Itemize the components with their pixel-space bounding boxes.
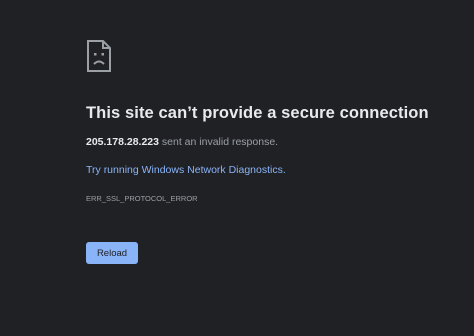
sad-page-icon	[87, 40, 111, 72]
error-page: This site can’t provide a secure connect…	[0, 0, 474, 336]
error-detail: 205.178.28.223 sent an invalid response.	[86, 136, 278, 148]
error-code: ERR_SSL_PROTOCOL_ERROR	[86, 194, 198, 203]
reload-button[interactable]: Reload	[86, 242, 138, 264]
page-title: This site can’t provide a secure connect…	[86, 104, 429, 122]
error-detail-text: sent an invalid response.	[159, 136, 279, 148]
host-address: 205.178.28.223	[86, 136, 159, 148]
network-diagnostics-link[interactable]: Try running Windows Network Diagnostics.	[86, 164, 286, 176]
